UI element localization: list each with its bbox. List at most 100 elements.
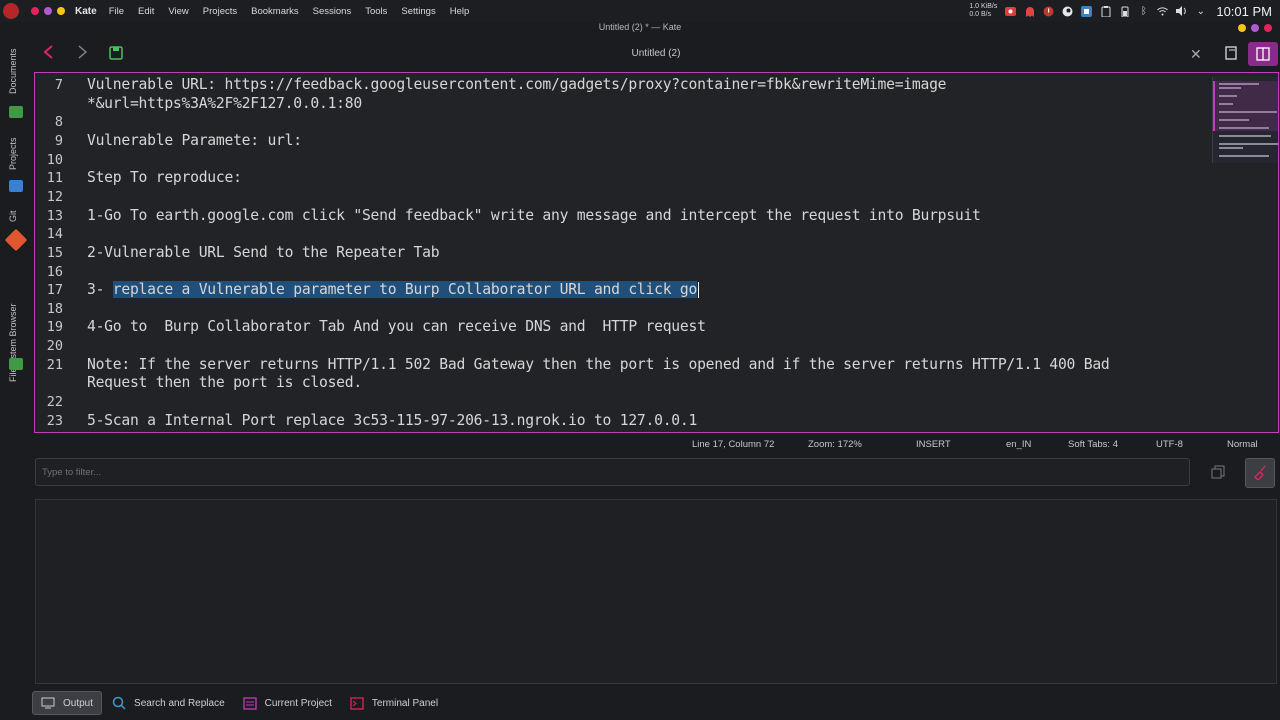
- line-number: 8: [54, 114, 63, 131]
- code-line[interactable]: Step To reproduce:: [87, 169, 242, 186]
- code-line[interactable]: 4-Go to Burp Collaborator Tab And you ca…: [87, 318, 706, 335]
- code-line-text: 1-Go To earth.google.com click "Send fee…: [87, 206, 981, 224]
- left-sidebar: Documents Projects Git Filesystem Browse…: [0, 36, 32, 720]
- projects-icon[interactable]: [9, 180, 23, 192]
- minimap-line: [1219, 147, 1243, 149]
- code-line-text: 5-Scan a Internal Port replace 3c53-115-…: [87, 411, 698, 429]
- dictionary-language[interactable]: en_IN: [1006, 439, 1031, 450]
- code-line[interactable]: 1-Go To earth.google.com click "Send fee…: [87, 207, 981, 224]
- line-number: 19: [46, 319, 63, 336]
- selected-text[interactable]: replace a Vulnerable parameter to Burp C…: [112, 281, 697, 299]
- tab-terminal[interactable]: Terminal Panel: [342, 691, 446, 715]
- tab-project-label: Current Project: [264, 697, 332, 709]
- minimap-viewport[interactable]: [1213, 81, 1278, 131]
- code-line[interactable]: *&url=https%3A%2F%2F127.0.0.1:80: [87, 95, 362, 112]
- ghost-icon[interactable]: [1024, 6, 1035, 17]
- close-document-icon[interactable]: ✕: [1190, 46, 1202, 63]
- net-up: 1.0 KiB/s: [969, 3, 998, 10]
- line-number: 22: [46, 394, 63, 411]
- bottom-panel-tabs: Output Search and Replace Current Projec…: [32, 690, 448, 716]
- close-dot-icon[interactable]: [31, 7, 39, 15]
- split-view-icon[interactable]: [1248, 42, 1278, 66]
- text-cursor: [698, 282, 700, 299]
- app-tray-icon[interactable]: [1081, 5, 1093, 17]
- tab-terminal-label: Terminal Panel: [371, 697, 439, 709]
- volume-icon[interactable]: [1176, 6, 1187, 17]
- system-logo-icon[interactable]: [3, 3, 19, 19]
- code-line[interactable]: 2-Vulnerable URL Send to the Repeater Ta…: [87, 244, 440, 261]
- git-icon[interactable]: [4, 228, 28, 252]
- wifi-icon[interactable]: [1157, 6, 1169, 17]
- clock[interactable]: 10:01 PM: [1216, 4, 1272, 19]
- window-minimize-icon[interactable]: [1238, 24, 1246, 32]
- window-maximize-icon[interactable]: [1251, 24, 1259, 32]
- minimize-dot-icon[interactable]: [57, 7, 65, 15]
- cursor-position[interactable]: Line 17, Column 72: [692, 439, 774, 450]
- code-line[interactable]: 3- replace a Vulnerable parameter to Bur…: [87, 281, 697, 299]
- minimap[interactable]: [1212, 77, 1278, 163]
- menu-projects[interactable]: Projects: [203, 6, 237, 17]
- tab-search-label: Search and Replace: [134, 697, 225, 709]
- highlight-mode[interactable]: Normal: [1227, 439, 1258, 450]
- code-line[interactable]: Request then the port is closed.: [87, 374, 362, 391]
- new-file-icon[interactable]: [1224, 46, 1238, 63]
- line-number: 23: [46, 412, 63, 429]
- window-buttons: [31, 7, 65, 15]
- minimap-line: [1219, 135, 1271, 137]
- sidebar-tab-documents[interactable]: Documents: [8, 48, 18, 94]
- top-panel: Kate File Edit View Projects Bookmarks S…: [0, 0, 1280, 22]
- menu-tools[interactable]: Tools: [365, 6, 387, 17]
- code-line[interactable]: 5-Scan a Internal Port replace 3c53-115-…: [87, 412, 697, 429]
- sidebar-tab-projects[interactable]: Projects: [8, 137, 18, 170]
- tab-search-replace[interactable]: Search and Replace: [104, 691, 233, 715]
- app-name[interactable]: Kate: [75, 6, 97, 17]
- battery-icon[interactable]: [1119, 6, 1130, 17]
- window-close-icon[interactable]: [1264, 24, 1272, 32]
- code-line[interactable]: Vulnerable Paramete: url:: [87, 132, 302, 149]
- line-number: 10: [46, 151, 63, 168]
- zoom-level[interactable]: Zoom: 172%: [808, 439, 862, 450]
- input-mode[interactable]: INSERT: [916, 439, 951, 450]
- sidebar-tab-filesystem[interactable]: Filesystem Browser: [8, 303, 18, 382]
- code-line-text: Request then the port is closed.: [87, 374, 362, 392]
- document-tab-title[interactable]: Untitled (2): [32, 48, 1280, 59]
- menu-help[interactable]: Help: [450, 6, 470, 17]
- line-number: 21: [46, 356, 63, 373]
- line-number: 12: [46, 188, 63, 205]
- code-line[interactable]: Note: If the server returns HTTP/1.1 502…: [87, 356, 1110, 373]
- bluetooth-icon[interactable]: ᛒ: [1138, 6, 1149, 17]
- menu-bookmarks[interactable]: Bookmarks: [251, 6, 299, 17]
- menu-bar: File Edit View Projects Bookmarks Sessio…: [109, 6, 484, 17]
- menu-settings[interactable]: Settings: [401, 6, 435, 17]
- code-line-text: 4-Go to Burp Collaborator Tab And you ca…: [87, 318, 706, 336]
- chevron-down-icon[interactable]: ⌄: [1195, 6, 1206, 17]
- output-area[interactable]: [35, 499, 1277, 684]
- status-bar: Line 17, Column 72 Zoom: 172% INSERT en_…: [34, 434, 1280, 454]
- document-toolbar: Untitled (2) ✕: [32, 38, 1280, 72]
- filter-input[interactable]: [36, 459, 1189, 485]
- menu-file[interactable]: File: [109, 6, 124, 17]
- menu-sessions[interactable]: Sessions: [313, 6, 352, 17]
- maximize-dot-icon[interactable]: [44, 7, 52, 15]
- folder-icon[interactable]: [9, 106, 23, 118]
- alert-icon[interactable]: [1043, 6, 1054, 17]
- line-number: 15: [46, 244, 63, 261]
- record-icon[interactable]: [1005, 6, 1017, 17]
- line-number-gutter: 7 8 9 10 11 12 13 14 15 16 17 18 19 20 21 22 23: [35, 73, 83, 432]
- steam-icon[interactable]: [1062, 6, 1073, 17]
- menu-view[interactable]: View: [168, 6, 188, 17]
- tab-current-project[interactable]: Current Project: [235, 691, 340, 715]
- clear-output-button[interactable]: [1245, 458, 1275, 488]
- code-line[interactable]: Vulnerable URL: https://feedback.googleu…: [87, 76, 947, 93]
- sidebar-tab-git[interactable]: Git: [8, 210, 18, 222]
- indent-setting[interactable]: Soft Tabs: 4: [1068, 439, 1118, 450]
- clipboard-icon[interactable]: [1100, 5, 1111, 17]
- copy-output-button[interactable]: [1203, 458, 1233, 488]
- filesystem-icon[interactable]: [9, 358, 23, 370]
- code-editor[interactable]: 7 8 9 10 11 12 13 14 15 16 17 18 19 20 21 22 23 Vulnerab…: [34, 72, 1279, 433]
- tab-output[interactable]: Output: [32, 691, 103, 715]
- menu-edit[interactable]: Edit: [138, 6, 154, 17]
- encoding[interactable]: UTF-8: [1156, 439, 1183, 450]
- tab-output-label: Output: [63, 697, 94, 709]
- line-number: 13: [46, 207, 63, 224]
